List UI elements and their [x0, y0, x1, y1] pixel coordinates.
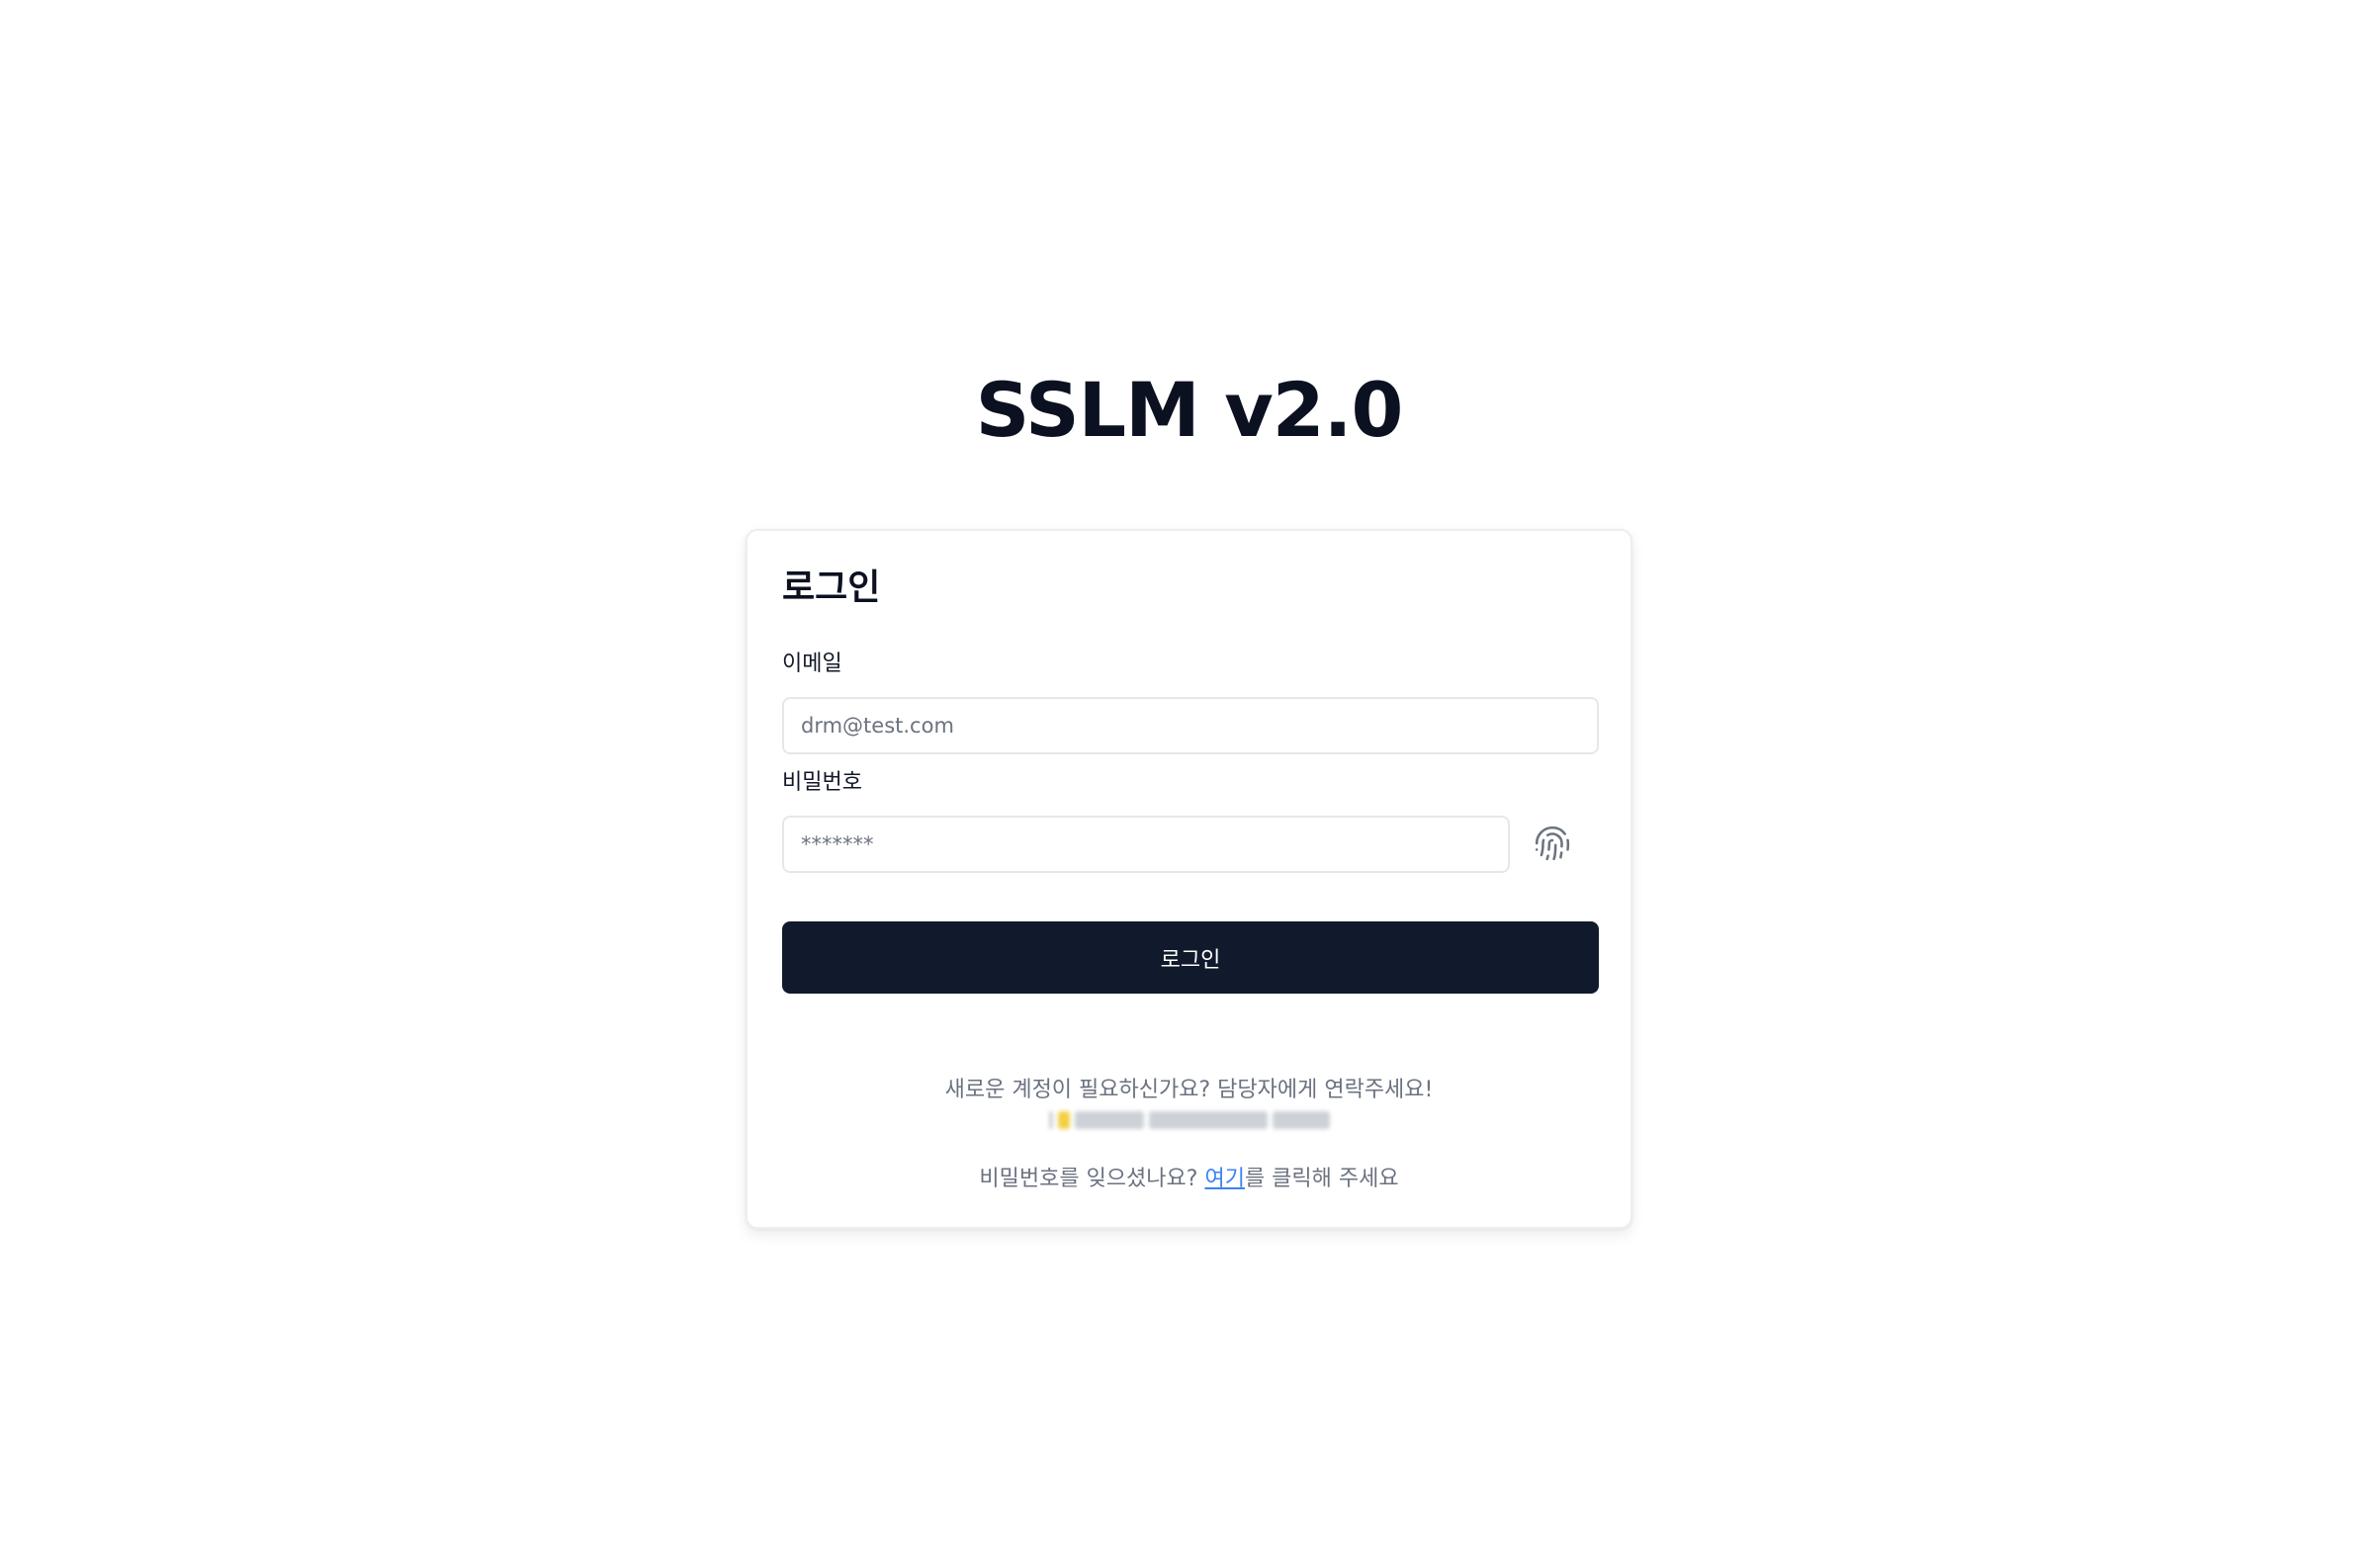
card-title: 로그인	[782, 567, 881, 608]
password-field[interactable]	[782, 816, 1510, 873]
login-button[interactable]: 로그인	[782, 921, 1599, 994]
forgot-password-prefix: 비밀번호를 잊으셨나요?	[979, 1167, 1205, 1191]
email-field[interactable]	[782, 697, 1599, 754]
forgot-password-suffix: 를 클릭해 주세요	[1244, 1167, 1399, 1191]
signup-note: 새로운 계정이 필요하신가요? 담당자에게 연락주세요!	[944, 1078, 1434, 1102]
fingerprint-button[interactable]	[1528, 819, 1577, 868]
fingerprint-icon	[1534, 825, 1571, 862]
redacted-contact	[1048, 1107, 1330, 1133]
contact-info-redacted	[748, 1107, 1630, 1133]
login-card: 로그인 이메일 비밀번호 로그인 새로운 계정이 필요하신가요? 담당자에게 연…	[746, 529, 1632, 1229]
password-label: 비밀번호	[782, 770, 862, 795]
forgot-password-line: 비밀번호를 잊으셨나요? 여기를 클릭해 주세요	[748, 1164, 1630, 1195]
forgot-password-link[interactable]: 여기	[1204, 1167, 1244, 1191]
app-title: SSLM v2.0	[975, 366, 1404, 454]
email-label: 이메일	[782, 652, 842, 676]
